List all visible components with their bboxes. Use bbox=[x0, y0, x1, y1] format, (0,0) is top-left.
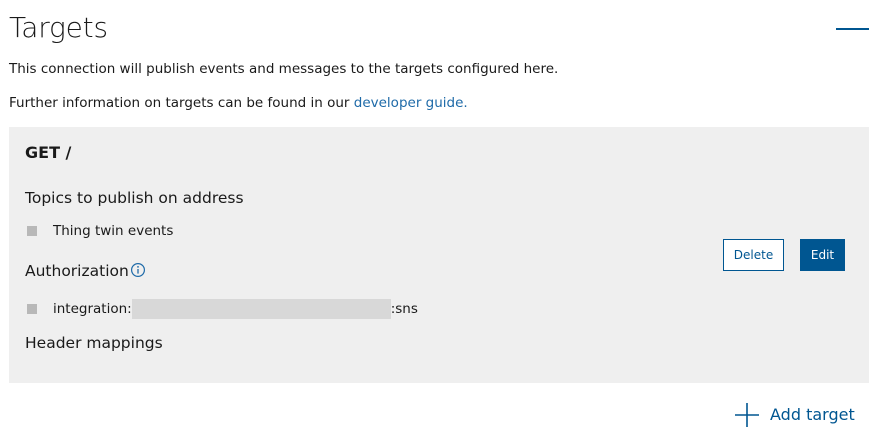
topic-label: Thing twin events bbox=[53, 223, 174, 239]
topics-label: Topics to publish on address bbox=[25, 189, 244, 207]
targets-page: Targets This connection will publish eve… bbox=[0, 0, 884, 444]
list-item: integration: :sns bbox=[27, 299, 418, 319]
integration-prefix: integration: bbox=[53, 301, 132, 317]
minus-icon bbox=[836, 28, 869, 30]
integration-suffix: :sns bbox=[390, 301, 418, 317]
header-mappings-label: Header mappings bbox=[25, 334, 163, 352]
redacted-block bbox=[131, 299, 391, 319]
delete-button[interactable]: Delete bbox=[723, 239, 784, 271]
authorization-label: Authorization bbox=[25, 262, 129, 280]
add-target-button[interactable]: Add target bbox=[734, 401, 855, 429]
edit-button[interactable]: Edit bbox=[800, 239, 845, 271]
further-info-prefix: Further information on targets can be fo… bbox=[9, 95, 354, 111]
further-info-text: Further information on targets can be fo… bbox=[9, 93, 468, 113]
target-card: GET / Topics to publish on address Thing… bbox=[9, 127, 869, 383]
collapse-button[interactable] bbox=[836, 18, 870, 38]
page-title: Targets bbox=[9, 11, 108, 44]
bullet-icon bbox=[27, 226, 37, 236]
info-icon[interactable] bbox=[130, 262, 146, 278]
developer-guide-link[interactable]: developer guide. bbox=[354, 95, 468, 111]
add-target-label: Add target bbox=[770, 405, 855, 424]
target-title: GET / bbox=[25, 143, 72, 162]
list-item: Thing twin events bbox=[27, 221, 173, 241]
description-text: This connection will publish events and … bbox=[9, 61, 559, 77]
plus-icon bbox=[735, 403, 759, 427]
bullet-icon bbox=[27, 304, 37, 314]
